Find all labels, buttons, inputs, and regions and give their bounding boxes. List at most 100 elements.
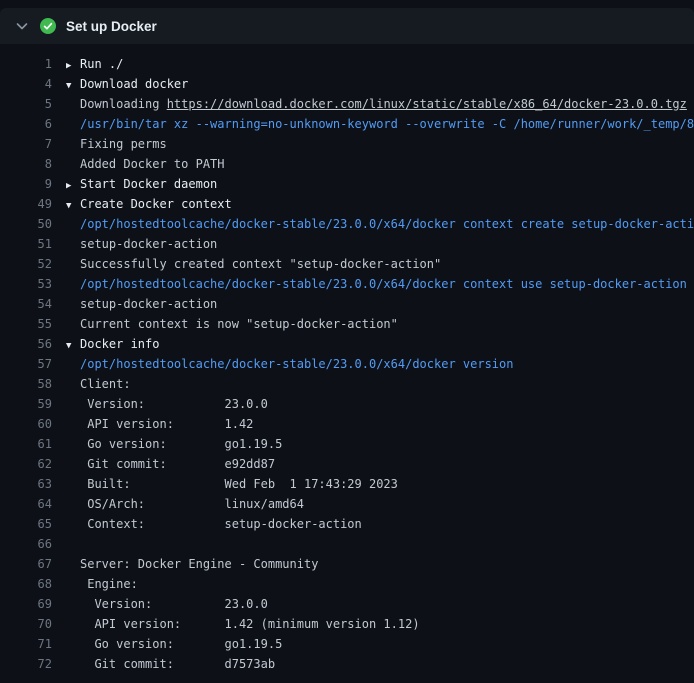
line-content: /opt/hostedtoolcache/docker-stable/23.0.… xyxy=(66,274,694,294)
line-content: ▼Docker info xyxy=(66,334,694,354)
line-content: OS/Arch: linux/amd64 xyxy=(66,494,694,514)
line-number[interactable]: 8 xyxy=(0,154,52,174)
log-line: 53 /opt/hostedtoolcache/docker-stable/23… xyxy=(0,274,694,294)
log-url-link[interactable]: https://download.docker.com/linux/static… xyxy=(167,97,687,111)
chevron-down-icon[interactable] xyxy=(14,18,30,34)
line-content: Added Docker to PATH xyxy=(66,154,694,174)
line-number[interactable]: 60 xyxy=(0,414,52,434)
line-content: Server: Docker Engine - Community xyxy=(66,554,694,574)
line-number[interactable]: 67 xyxy=(0,554,52,574)
line-number[interactable]: 66 xyxy=(0,534,52,554)
line-content: Current context is now "setup-docker-act… xyxy=(66,314,694,334)
workflow-log-page: Set up Docker 1 ▶Run ./ 4 ▼Download dock… xyxy=(0,8,694,683)
line-content: Context: setup-docker-action xyxy=(66,514,694,534)
line-number[interactable]: 70 xyxy=(0,614,52,634)
line-content: Client: xyxy=(66,374,694,394)
line-number[interactable]: 1 xyxy=(0,54,52,74)
log-line: 63 Built: Wed Feb 1 17:43:29 2023 xyxy=(0,474,694,494)
line-content xyxy=(66,534,694,554)
log-line: 62 Git commit: e92dd87 xyxy=(0,454,694,474)
log-line: 58 Client: xyxy=(0,374,694,394)
line-number[interactable]: 68 xyxy=(0,574,52,594)
success-check-icon xyxy=(40,18,56,34)
log-line: 64 OS/Arch: linux/amd64 xyxy=(0,494,694,514)
line-content: ▶Run ./ xyxy=(66,54,694,74)
log-line: 9 ▶Start Docker daemon xyxy=(0,174,694,194)
line-number[interactable]: 61 xyxy=(0,434,52,454)
log-line: 65 Context: setup-docker-action xyxy=(0,514,694,534)
log-line: 55 Current context is now "setup-docker-… xyxy=(0,314,694,334)
line-number[interactable]: 49 xyxy=(0,194,52,214)
line-number[interactable]: 4 xyxy=(0,74,52,94)
line-content: /opt/hostedtoolcache/docker-stable/23.0.… xyxy=(66,214,694,234)
line-number[interactable]: 54 xyxy=(0,294,52,314)
line-content: Git commit: e92dd87 xyxy=(66,454,694,474)
log-line: 51 setup-docker-action xyxy=(0,234,694,254)
line-content: Version: 23.0.0 xyxy=(66,594,694,614)
log-lines: 1 ▶Run ./ 4 ▼Download docker 5 Downloadi… xyxy=(0,44,694,674)
log-line: 54 setup-docker-action xyxy=(0,294,694,314)
line-number[interactable]: 72 xyxy=(0,654,52,674)
log-line: 67 Server: Docker Engine - Community xyxy=(0,554,694,574)
line-content: ▶Start Docker daemon xyxy=(66,174,694,194)
line-number[interactable]: 71 xyxy=(0,634,52,654)
line-content: API version: 1.42 (minimum version 1.12) xyxy=(66,614,694,634)
line-content: Built: Wed Feb 1 17:43:29 2023 xyxy=(66,474,694,494)
line-content: setup-docker-action xyxy=(66,294,694,314)
line-number[interactable]: 5 xyxy=(0,94,52,114)
line-number[interactable]: 55 xyxy=(0,314,52,334)
line-number[interactable]: 6 xyxy=(0,114,52,134)
group-chevron-right-icon[interactable]: ▶ xyxy=(66,56,80,74)
line-content: Git commit: d7573ab xyxy=(66,654,694,674)
line-content: Downloading https://download.docker.com/… xyxy=(66,94,694,114)
line-content: Engine: xyxy=(66,574,694,594)
log-line: 61 Go version: go1.19.5 xyxy=(0,434,694,454)
log-line: 71 Go version: go1.19.5 xyxy=(0,634,694,654)
log-line: 68 Engine: xyxy=(0,574,694,594)
line-number[interactable]: 57 xyxy=(0,354,52,374)
log-line: 70 API version: 1.42 (minimum version 1.… xyxy=(0,614,694,634)
line-number[interactable]: 56 xyxy=(0,334,52,354)
log-line: 66 xyxy=(0,534,694,554)
line-content: ▼Create Docker context xyxy=(66,194,694,214)
line-content: Go version: go1.19.5 xyxy=(66,434,694,454)
group-chevron-right-icon[interactable]: ▶ xyxy=(66,176,80,194)
line-number[interactable]: 65 xyxy=(0,514,52,534)
line-content: Fixing perms xyxy=(66,134,694,154)
line-content: API version: 1.42 xyxy=(66,414,694,434)
line-number[interactable]: 58 xyxy=(0,374,52,394)
line-number[interactable]: 53 xyxy=(0,274,52,294)
group-chevron-down-icon[interactable]: ▼ xyxy=(66,196,80,214)
log-line: 8 Added Docker to PATH xyxy=(0,154,694,174)
line-number[interactable]: 9 xyxy=(0,174,52,194)
log-line: 60 API version: 1.42 xyxy=(0,414,694,434)
log-line: 57 /opt/hostedtoolcache/docker-stable/23… xyxy=(0,354,694,374)
log-line: 7 Fixing perms xyxy=(0,134,694,154)
line-content: setup-docker-action xyxy=(66,234,694,254)
log-line: 4 ▼Download docker xyxy=(0,74,694,94)
log-line: 49 ▼Create Docker context xyxy=(0,194,694,214)
log-line: 56 ▼Docker info xyxy=(0,334,694,354)
log-line: 5 Downloading https://download.docker.co… xyxy=(0,94,694,114)
log-line: 72 Git commit: d7573ab xyxy=(0,654,694,674)
line-content: ▼Download docker xyxy=(66,74,694,94)
log-line: 6 /usr/bin/tar xz --warning=no-unknown-k… xyxy=(0,114,694,134)
step-header[interactable]: Set up Docker xyxy=(0,8,694,44)
step-title: Set up Docker xyxy=(66,19,157,34)
line-number[interactable]: 62 xyxy=(0,454,52,474)
log-line: 59 Version: 23.0.0 xyxy=(0,394,694,414)
line-number[interactable]: 52 xyxy=(0,254,52,274)
line-number[interactable]: 69 xyxy=(0,594,52,614)
group-chevron-down-icon[interactable]: ▼ xyxy=(66,76,80,94)
group-chevron-down-icon[interactable]: ▼ xyxy=(66,336,80,354)
line-content: /opt/hostedtoolcache/docker-stable/23.0.… xyxy=(66,354,694,374)
line-number[interactable]: 51 xyxy=(0,234,52,254)
line-content: Version: 23.0.0 xyxy=(66,394,694,414)
line-number[interactable]: 63 xyxy=(0,474,52,494)
line-number[interactable]: 7 xyxy=(0,134,52,154)
line-number[interactable]: 50 xyxy=(0,214,52,234)
line-content: Go version: go1.19.5 xyxy=(66,634,694,654)
log-line: 52 Successfully created context "setup-d… xyxy=(0,254,694,274)
line-number[interactable]: 64 xyxy=(0,494,52,514)
line-number[interactable]: 59 xyxy=(0,394,52,414)
